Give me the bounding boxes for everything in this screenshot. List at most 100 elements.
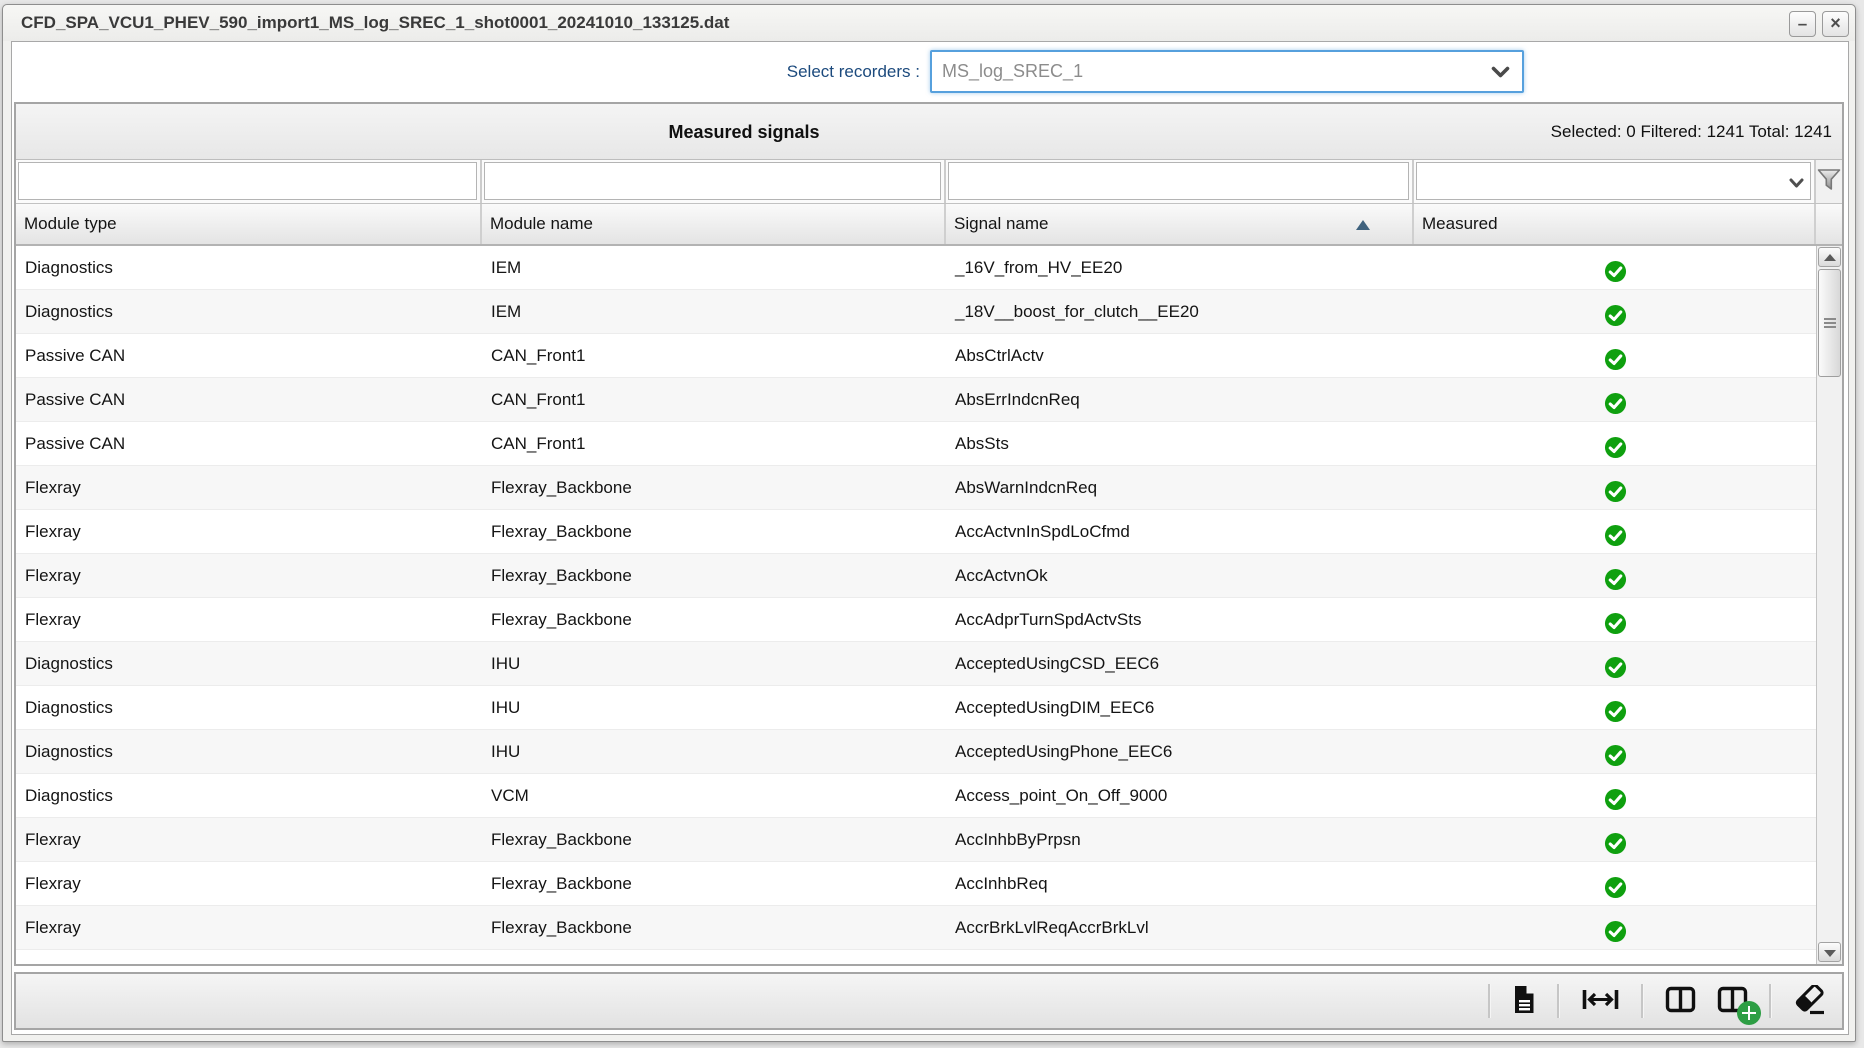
minimize-button[interactable]: – — [1789, 11, 1816, 37]
recorder-select-value: MS_log_SREC_1 — [942, 52, 1083, 91]
filter-funnel-button[interactable] — [1816, 160, 1842, 203]
toolbar-separator — [1769, 984, 1772, 1018]
cell-measured — [1414, 774, 1816, 817]
table-row[interactable]: Flexray Flexray_Backbone AccActvnOk — [16, 554, 1816, 598]
cell-module-name — [482, 950, 946, 964]
measured-check-icon — [1604, 740, 1627, 763]
fit-column-width-button[interactable] — [1581, 988, 1620, 1014]
chevron-down-icon — [1491, 66, 1510, 84]
filter-cell — [1414, 160, 1816, 203]
cell-measured — [1414, 422, 1816, 465]
cell-module-name: IEM — [482, 290, 946, 333]
toolbar-separator — [1641, 984, 1644, 1018]
cell-module-type: Flexray — [16, 510, 482, 553]
table-row[interactable]: Diagnostics IHU AcceptedUsingPhone_EEC6 — [16, 730, 1816, 774]
cell-measured — [1414, 378, 1816, 421]
table-row[interactable]: Diagnostics IEM _16V_from_HV_EE20 — [16, 246, 1816, 290]
column-header-measured[interactable]: Measured — [1414, 204, 1816, 244]
table-row[interactable]: Passive CAN CAN_Front1 AbsCtrlActv — [16, 334, 1816, 378]
close-button[interactable]: × — [1822, 11, 1849, 37]
table-row[interactable]: Flexray Flexray_Backbone AccInhbByPrpsn — [16, 818, 1816, 862]
cell-signal-name: AccrBrkLvlReqAccrBrkLvl — [946, 906, 1414, 949]
sort-ascending-icon — [1356, 220, 1370, 230]
recorder-select[interactable]: MS_log_SREC_1 — [930, 50, 1524, 93]
filter-measured-select[interactable] — [1416, 162, 1811, 200]
filter-signal-name-input[interactable] — [948, 162, 1409, 200]
cell-module-name: IEM — [482, 246, 946, 289]
cell-module-type: Flexray — [16, 466, 482, 509]
eraser-button[interactable] — [1793, 985, 1826, 1018]
table-row[interactable]: Flexray Flexray_Backbone AccActvnInSpdLo… — [16, 510, 1816, 554]
cell-module-type: Flexray — [16, 862, 482, 905]
measured-check-icon — [1604, 652, 1627, 675]
column-header-spacer — [1816, 204, 1842, 244]
measured-check-icon — [1604, 300, 1627, 323]
table-row[interactable]: Diagnostics IHU AcceptedUsingCSD_EEC6 — [16, 642, 1816, 686]
table-row[interactable]: Diagnostics IEM _18V__boost_for_clutch__… — [16, 290, 1816, 334]
cell-module-name: Flexray_Backbone — [482, 906, 946, 949]
column-header-module-type[interactable]: Module type — [16, 204, 482, 244]
dialog-window: CFD_SPA_VCU1_PHEV_590_import1_MS_log_SRE… — [2, 4, 1856, 1042]
cell-module-name: Flexray_Backbone — [482, 554, 946, 597]
cell-measured — [1414, 598, 1816, 641]
table-row[interactable]: Diagnostics IHU AcceptedUsingDIM_EEC6 — [16, 686, 1816, 730]
chevron-down-icon[interactable] — [1789, 176, 1804, 194]
table-row[interactable]: Diagnostics VCM Access_point_On_Off_9000 — [16, 774, 1816, 818]
cell-module-name: Flexray_Backbone — [482, 862, 946, 905]
cell-signal-name: AbsSts — [946, 422, 1414, 465]
column-header-label: Signal name — [954, 214, 1049, 233]
cell-measured — [1414, 686, 1816, 729]
cell-module-name: Flexray_Backbone — [482, 466, 946, 509]
vertical-scrollbar[interactable] — [1816, 246, 1842, 964]
filter-module-name-input[interactable] — [484, 162, 941, 200]
document-button[interactable] — [1512, 985, 1536, 1017]
fit-width-icon — [1581, 988, 1620, 1014]
cell-module-type: Flexray — [16, 598, 482, 641]
cell-signal-name: AcceptedUsingPhone_EEC6 — [946, 730, 1414, 773]
window-title: CFD_SPA_VCU1_PHEV_590_import1_MS_log_SRE… — [21, 5, 729, 41]
cell-module-type — [16, 950, 482, 964]
cell-measured — [1414, 950, 1816, 964]
table-row[interactable]: Flexray Flexray_Backbone AccrBrkLvlReqAc… — [16, 906, 1816, 950]
measured-check-icon — [1604, 344, 1627, 367]
cell-module-type: Diagnostics — [16, 730, 482, 773]
table-row[interactable]: Passive CAN CAN_Front1 AbsErrIndcnReq — [16, 378, 1816, 422]
signal-table-body: Diagnostics IEM _16V_from_HV_EE20 — [16, 246, 1842, 964]
split-columns-button[interactable] — [1665, 986, 1696, 1016]
cell-module-name: IHU — [482, 686, 946, 729]
measured-check-icon — [1604, 476, 1627, 499]
column-header-module-name[interactable]: Module name — [482, 204, 946, 244]
cell-module-type: Passive CAN — [16, 334, 482, 377]
measured-check-icon — [1604, 696, 1627, 719]
cell-signal-name: AccAdprTurnSpdActvSts — [946, 598, 1414, 641]
scroll-up-button[interactable] — [1818, 247, 1841, 267]
cell-measured — [1414, 642, 1816, 685]
cell-signal-name — [946, 950, 1414, 964]
table-row[interactable]: Flexray Flexray_Backbone AbsWarnIndcnReq — [16, 466, 1816, 510]
column-header-signal-name[interactable]: Signal name — [946, 204, 1414, 244]
cell-module-name: CAN_Front1 — [482, 378, 946, 421]
cell-signal-name: AbsCtrlActv — [946, 334, 1414, 377]
title-bar[interactable]: CFD_SPA_VCU1_PHEV_590_import1_MS_log_SRE… — [3, 5, 1855, 41]
cell-measured — [1414, 466, 1816, 509]
table-row[interactable]: Flexray Flexray_Backbone AccInhbReq — [16, 862, 1816, 906]
cell-measured — [1414, 818, 1816, 861]
cell-module-type: Diagnostics — [16, 642, 482, 685]
filter-module-type-input[interactable] — [18, 162, 477, 200]
table-row[interactable]: Flexray Flexray_Backbone AccAdprTurnSpdA… — [16, 598, 1816, 642]
scroll-down-button[interactable] — [1818, 942, 1841, 962]
cell-measured — [1414, 510, 1816, 553]
cell-module-name: Flexray_Backbone — [482, 598, 946, 641]
table-row[interactable]: Passive CAN CAN_Front1 AbsSts — [16, 422, 1816, 466]
measured-signals-panel: Measured signals Selected: 0 Filtered: 1… — [14, 102, 1844, 966]
cell-module-type: Flexray — [16, 818, 482, 861]
measured-check-icon — [1604, 872, 1627, 895]
measured-check-icon — [1604, 432, 1627, 455]
measured-check-icon — [1604, 564, 1627, 587]
add-column-button[interactable] — [1717, 986, 1748, 1016]
scrollbar-thumb[interactable] — [1818, 269, 1841, 377]
table-row[interactable] — [16, 950, 1816, 964]
cell-measured — [1414, 906, 1816, 949]
cell-module-name: IHU — [482, 642, 946, 685]
cell-module-type: Diagnostics — [16, 686, 482, 729]
